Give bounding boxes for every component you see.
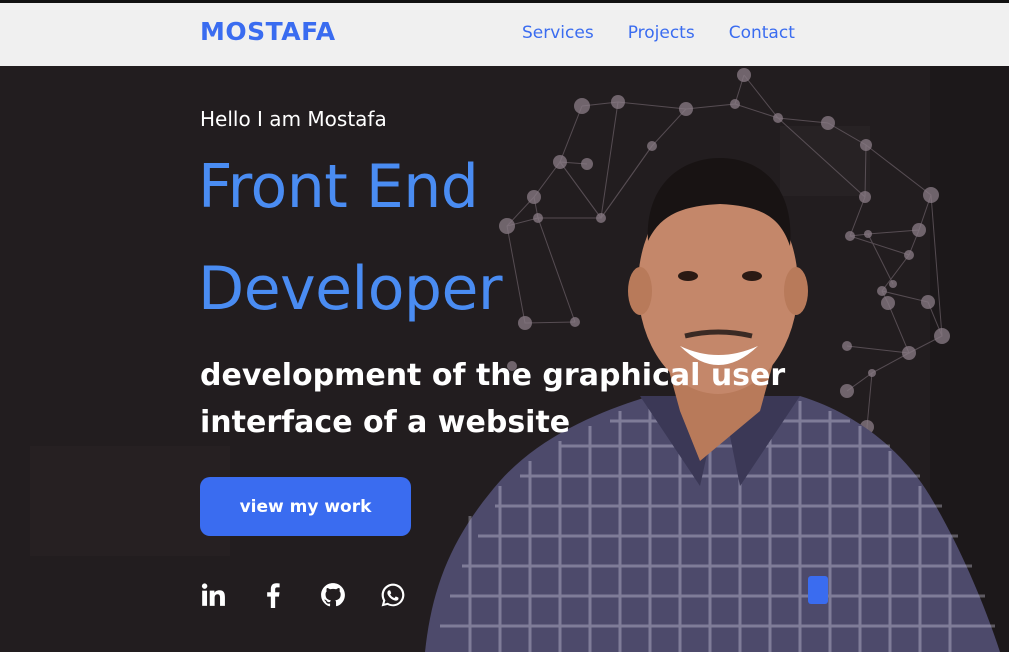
view-my-work-button[interactable]: view my work [200, 477, 411, 536]
hero-greeting: Hello I am Mostafa [200, 107, 387, 131]
hero-title-line-2: Developer [198, 254, 503, 324]
linkedin-icon[interactable] [198, 580, 228, 610]
hero-title-line-1: Front End [198, 152, 479, 222]
brand-logo[interactable]: MOSTAFA [200, 17, 336, 46]
nav-link-services[interactable]: Services [522, 23, 594, 43]
github-icon[interactable] [318, 580, 348, 610]
nav-links: Services Projects Contact [522, 23, 795, 43]
nav-link-contact[interactable]: Contact [729, 23, 795, 43]
hero-section: Hello I am Mostafa Front End Developer d… [0, 66, 1009, 652]
social-links [198, 580, 408, 610]
nav-link-projects[interactable]: Projects [628, 23, 695, 43]
facebook-icon[interactable] [258, 580, 288, 610]
hero-subtitle: development of the graphical user interf… [200, 358, 786, 440]
navbar: MOSTAFA Services Projects Contact [0, 3, 1009, 66]
whatsapp-icon[interactable] [378, 580, 408, 610]
